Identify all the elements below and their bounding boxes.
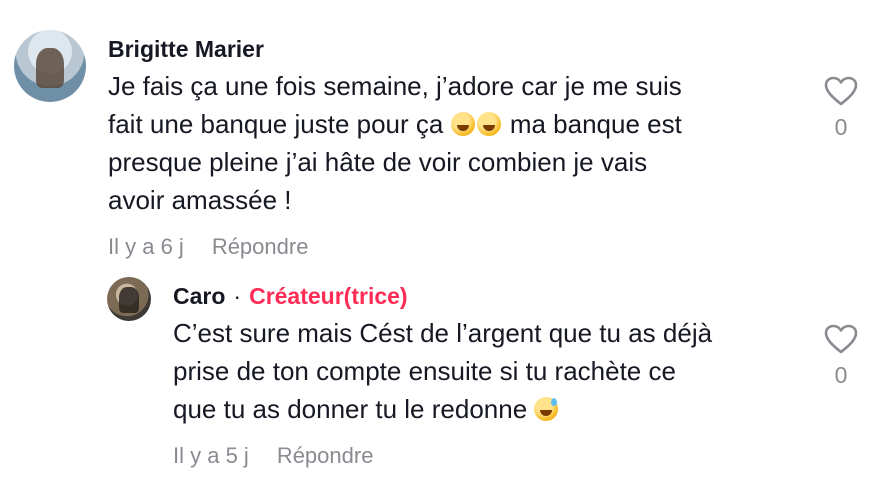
comment-like-button[interactable]: 0 [821,76,861,141]
reply-timestamp: Il y a 5 j [173,443,249,468]
reply-line-2: prise de ton compte ensuite si tu rachèt… [173,356,676,386]
avatar-caro[interactable] [107,277,151,321]
reply-author[interactable]: Caro [173,283,225,309]
comment-line-1: Je fais ça une fois semaine, j’adore car… [108,71,682,101]
heart-outline-icon [824,76,858,106]
reply-line-3: que tu as donner tu le redonne [173,390,813,428]
reply-text: C’est sure mais Cést de l’argent que tu … [173,314,813,428]
grinning-sweat-emoji-icon [534,397,559,421]
rofl-emoji-icon [450,112,475,136]
reply-like-button[interactable]: 0 [821,324,861,389]
rofl-emoji-icon [476,112,501,136]
avatar-figure [119,286,139,314]
reply-like-count: 0 [834,362,848,388]
comment-text: Je fais ça une fois semaine, j’adore car… [108,67,788,219]
comment-reply-button[interactable]: Répondre [212,234,309,259]
heart-outline-icon [824,324,858,354]
separator-dot: · [233,283,242,309]
comment-line-3: presque pleine j’ai hâte de voir combien… [108,147,648,177]
reply-author-line: Caro · Créateur(trice) [173,283,408,310]
comment-like-count: 0 [834,114,848,140]
reply-line-1: C’est sure mais Cést de l’argent que tu … [173,318,713,348]
avatar-figure [35,48,65,88]
reply-line-3-text: que tu as donner tu le redonne [173,394,528,424]
comment-timestamp: Il y a 6 j [108,234,184,259]
comment-author[interactable]: Brigitte Marier [108,36,264,63]
comment-meta: Il y a 6 j Répondre [108,234,308,260]
reply-reply-button[interactable]: Répondre [277,443,374,468]
comment-line-2-end: ma banque est [509,109,682,139]
reply-meta: Il y a 5 j Répondre [173,443,373,469]
comment-line-4: avoir amassée ! [108,185,292,215]
avatar-brigitte[interactable] [14,30,86,102]
creator-badge: Créateur(trice) [249,283,408,309]
comment-line-2-start: fait une banque juste pour ça [108,109,444,139]
comment-line-2: fait une banque juste pour ça ma banque … [108,105,788,143]
